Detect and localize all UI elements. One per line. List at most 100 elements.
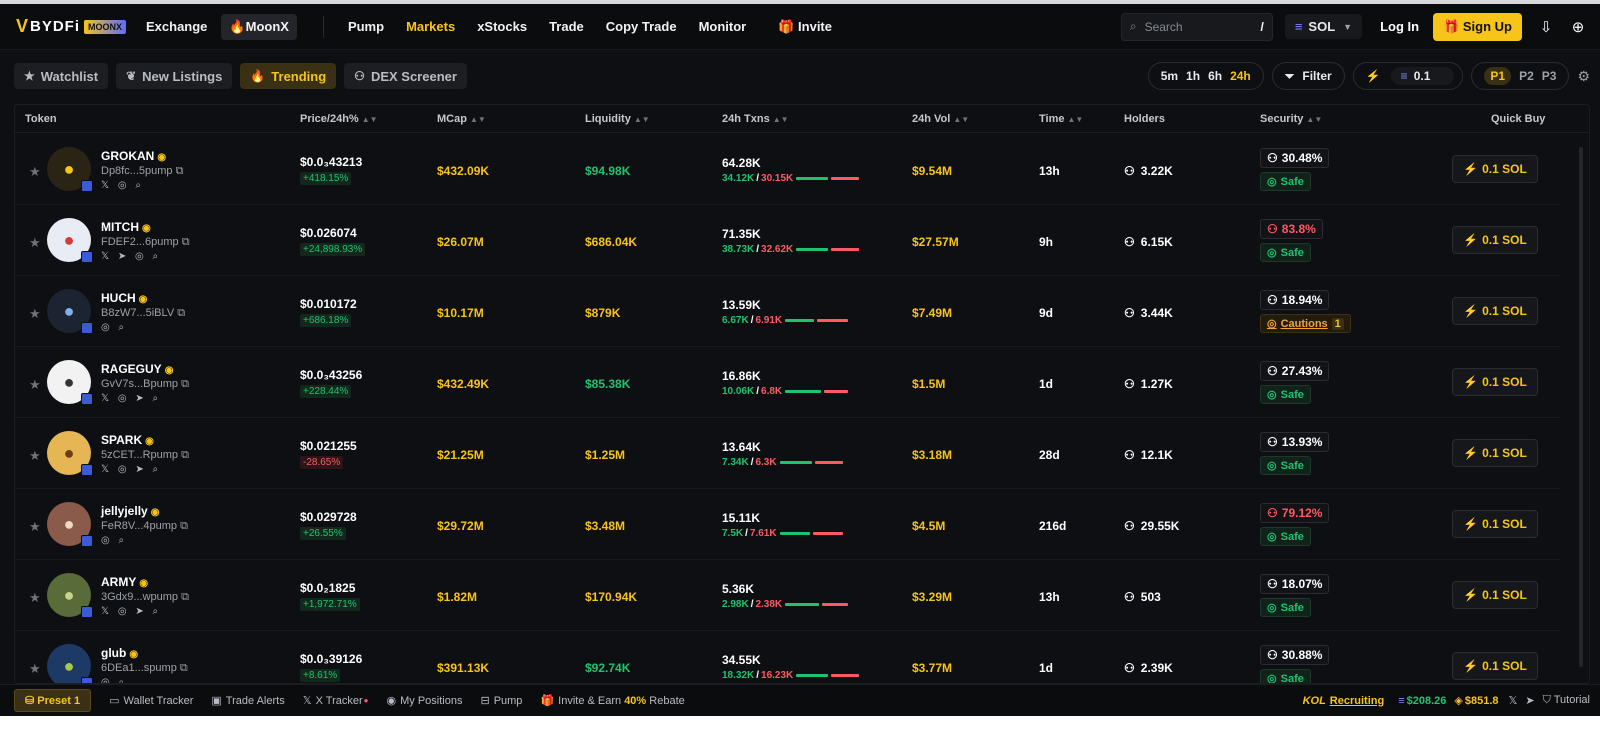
token-name[interactable]: GROKAN ◉: [101, 149, 166, 163]
token-name[interactable]: HUCH ◉: [101, 291, 147, 305]
scrollbar[interactable]: [1579, 147, 1583, 667]
preset-p2[interactable]: P2: [1519, 69, 1534, 83]
top-holders-pct[interactable]: ⚇ 18.94%: [1260, 290, 1330, 310]
security-status[interactable]: ◎ Safe: [1260, 385, 1311, 404]
nav-markets[interactable]: Markets: [398, 14, 463, 39]
tab-trending[interactable]: 🔥 Trending: [240, 63, 337, 89]
quick-buy-button[interactable]: ⚡ 0.1 SOL: [1452, 226, 1538, 254]
copy-icon[interactable]: ⧉: [180, 662, 188, 674]
quick-buy-button[interactable]: ⚡ 0.1 SOL: [1452, 368, 1538, 396]
wallet-tracker-link[interactable]: ▭ Wallet Tracker: [109, 694, 193, 708]
token-address[interactable]: 6DEa1...spump ⧉: [101, 662, 188, 675]
favorite-star-icon[interactable]: ★: [29, 377, 41, 393]
security-status[interactable]: ◎ Safe: [1260, 527, 1311, 546]
social-links[interactable]: 𝕏 ◎ ➤ ⌕: [101, 393, 161, 404]
table-row[interactable]: ★ ● jellyjelly ◉ FeR8V...4pump ⧉ ◎ ⌕ $0.029728…: [15, 489, 1561, 560]
preset-p3[interactable]: P3: [1542, 69, 1557, 83]
copy-icon[interactable]: ⧉: [180, 520, 188, 532]
table-row[interactable]: ★ ● GROKAN ◉ Dp8fc...5pump ⧉ 𝕏 ◎ ⌕ $0.0₃43213 +…: [15, 134, 1561, 205]
token-address[interactable]: Dp8fc...5pump ⧉: [101, 165, 183, 178]
token-address[interactable]: GvV7s...Bpump ⧉: [101, 378, 189, 391]
quick-buy-button[interactable]: ⚡ 0.1 SOL: [1452, 581, 1538, 609]
quick-buy-button[interactable]: ⚡ 0.1 SOL: [1452, 155, 1538, 183]
copy-icon[interactable]: ⧉: [181, 449, 189, 461]
favorite-star-icon[interactable]: ★: [29, 306, 41, 322]
copy-icon[interactable]: ⧉: [177, 307, 185, 319]
social-links[interactable]: 𝕏 ➤ ◎ ⌕: [101, 251, 161, 262]
download-icon[interactable]: ⇩: [1536, 17, 1556, 37]
header-txns[interactable]: 24h Txns ▲▼: [722, 113, 789, 125]
favorite-star-icon[interactable]: ★: [29, 661, 41, 677]
table-row[interactable]: ★ ● MITCH ◉ FDEF2...6pump ⧉ 𝕏 ➤ ◎ ⌕ $0.026074 +…: [15, 205, 1561, 276]
nav-copy-trade[interactable]: Copy Trade: [598, 14, 685, 39]
filter-button[interactable]: ⏷ Filter: [1271, 62, 1345, 90]
tab-new-listings[interactable]: ❦ New Listings: [116, 63, 233, 89]
nav-exchange[interactable]: Exchange: [138, 14, 215, 39]
x-icon[interactable]: 𝕏: [1509, 694, 1518, 707]
top-holders-pct[interactable]: ⚇ 30.88%: [1260, 645, 1330, 665]
signup-button[interactable]: 🎁 Sign Up: [1433, 12, 1522, 41]
amount-input[interactable]: ≡ 0.1: [1390, 67, 1455, 85]
table-row[interactable]: ★ ● HUCH ◉ B8zW7...5iBLV ⧉ ◎ ⌕ $0.010172 +686.1…: [15, 276, 1561, 347]
copy-icon[interactable]: ⧉: [181, 591, 189, 603]
header-price[interactable]: Price/24h% ▲▼: [300, 113, 378, 125]
token-address[interactable]: 5zCET...Rpump ⧉: [101, 449, 189, 462]
settings-icon[interactable]: ⚙: [1577, 68, 1590, 85]
tutorial-link[interactable]: ⛉ Tutorial: [1543, 694, 1590, 707]
table-row[interactable]: ★ ● SPARK ◉ 5zCET...Rpump ⧉ 𝕏 ◎ ➤ ⌕ $0.021255 -…: [15, 418, 1561, 489]
table-row[interactable]: ★ ● ARMY ◉ 3Gdx9...wpump ⧉ 𝕏 ◎ ➤ ⌕ $0.0₂1825 +1…: [15, 560, 1561, 631]
social-links[interactable]: ◎ ⌕: [101, 322, 127, 333]
telegram-icon[interactable]: ➤: [1525, 694, 1534, 707]
nav-xstocks[interactable]: xStocks: [469, 14, 535, 39]
social-links[interactable]: ◎ ⌕: [101, 677, 127, 683]
timeframe-24h[interactable]: 24h: [1230, 69, 1251, 83]
token-address[interactable]: FeR8V...4pump ⧉: [101, 520, 188, 533]
favorite-star-icon[interactable]: ★: [29, 519, 41, 535]
timeframe-1h[interactable]: 1h: [1186, 69, 1200, 83]
token-address[interactable]: 3Gdx9...wpump ⧉: [101, 591, 189, 604]
quick-buy-button[interactable]: ⚡ 0.1 SOL: [1452, 652, 1538, 680]
social-links[interactable]: ◎ ⌕: [101, 535, 127, 546]
timeframe-5m[interactable]: 5m: [1161, 69, 1178, 83]
token-address[interactable]: FDEF2...6pump ⧉: [101, 236, 190, 249]
quick-buy-button[interactable]: ⚡ 0.1 SOL: [1452, 510, 1538, 538]
security-status[interactable]: ◎ Safe: [1260, 243, 1311, 262]
recruiting-link[interactable]: Recruiting: [1330, 695, 1384, 707]
tab-dex-screener[interactable]: ⚇ DEX Screener: [344, 63, 467, 89]
top-holders-pct[interactable]: ⚇ 13.93%: [1260, 432, 1330, 452]
header-liquidity[interactable]: Liquidity ▲▼: [585, 113, 650, 125]
copy-icon[interactable]: ⧉: [182, 236, 190, 248]
copy-icon[interactable]: ⧉: [181, 378, 189, 390]
globe-icon[interactable]: ⊕: [1568, 17, 1588, 37]
brand-logo[interactable]: V BYDFi MOONX: [16, 16, 138, 37]
preset-p1[interactable]: P1: [1484, 67, 1512, 85]
nav-moonx[interactable]: 🔥MoonX: [221, 13, 297, 40]
pump-link[interactable]: ⊟ Pump: [480, 694, 522, 708]
top-holders-pct[interactable]: ⚇ 83.8%: [1260, 219, 1323, 239]
nav-pump[interactable]: Pump: [340, 14, 392, 39]
table-row[interactable]: ★ ● glub ◉ 6DEa1...spump ⧉ ◎ ⌕ $0.0₃39126 +8.61…: [15, 631, 1561, 683]
token-name[interactable]: RAGEGUY ◉: [101, 362, 173, 376]
copy-icon[interactable]: ⧉: [176, 165, 184, 177]
token-name[interactable]: glub ◉: [101, 646, 138, 660]
preset-button[interactable]: ⛁ Preset 1: [14, 689, 92, 712]
header-security[interactable]: Security ▲▼: [1260, 113, 1322, 125]
token-address[interactable]: B8zW7...5iBLV ⧉: [101, 307, 185, 320]
token-name[interactable]: MITCH ◉: [101, 220, 151, 234]
top-holders-pct[interactable]: ⚇ 27.43%: [1260, 361, 1330, 381]
security-status[interactable]: ◎ Cautions 1: [1260, 314, 1351, 333]
security-status[interactable]: ◎ Safe: [1260, 598, 1311, 617]
token-name[interactable]: jellyjelly ◉: [101, 504, 159, 518]
nav-monitor[interactable]: Monitor: [691, 14, 755, 39]
social-links[interactable]: 𝕏 ◎ ➤ ⌕: [101, 464, 161, 475]
invite-earn-link[interactable]: 🎁 Invite & Earn 40% Rebate: [540, 694, 684, 708]
table-row[interactable]: ★ ● RAGEGUY ◉ GvV7s...Bpump ⧉ 𝕏 ◎ ➤ ⌕ $0.0₃432…: [15, 347, 1561, 418]
top-holders-pct[interactable]: ⚇ 30.48%: [1260, 148, 1330, 168]
social-links[interactable]: 𝕏 ◎ ➤ ⌕: [101, 606, 161, 617]
header-vol[interactable]: 24h Vol ▲▼: [912, 113, 969, 125]
security-status[interactable]: ◎ Safe: [1260, 456, 1311, 475]
favorite-star-icon[interactable]: ★: [29, 448, 41, 464]
top-holders-pct[interactable]: ⚇ 79.12%: [1260, 503, 1330, 523]
x-tracker-link[interactable]: 𝕏X Tracker ●: [303, 694, 369, 708]
nav-trade[interactable]: Trade: [541, 14, 592, 39]
